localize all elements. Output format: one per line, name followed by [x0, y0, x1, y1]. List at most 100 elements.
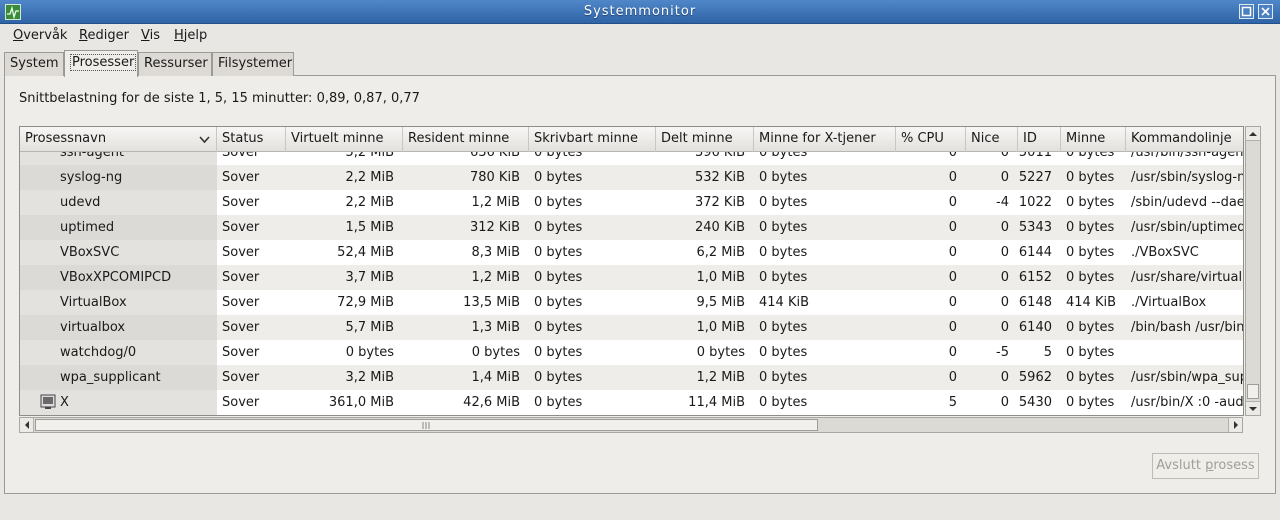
table-row[interactable]: wpa_supplicant Sover 3,2 MiB 1,4 MiB 0 bytes… [20, 365, 1244, 390]
cell-status: Sover [222, 295, 260, 310]
cell-minne: 0 bytes [1066, 395, 1115, 410]
col-kommandolinje-header[interactable]: Kommandolinje [1126, 127, 1243, 152]
cell-status: Sover [222, 245, 260, 260]
cell-minne: 0 bytes [1066, 370, 1115, 385]
close-icon[interactable] [1258, 4, 1273, 19]
cell-cpu: 0 [948, 295, 957, 310]
sort-descending-icon [199, 136, 210, 144]
table-row[interactable]: ssh-agent Sover 5,2 MiB 636 KiB 0 bytes 396 K… [20, 152, 1243, 165]
cell-virtuelt-minne: 1,5 MiB [345, 220, 394, 235]
tab-prosesser[interactable]: Prosesser [64, 50, 138, 77]
cell-cpu: 0 [948, 195, 957, 210]
maximize-icon[interactable] [1239, 4, 1254, 19]
cell-delt-minne: 0 bytes [696, 345, 745, 360]
col-skrivbart-minne-header[interactable]: Skrivbart minne [529, 127, 656, 152]
cell-cpu: 0 [948, 270, 957, 285]
cell-kommandolinje: /usr/share/virtualb [1131, 270, 1244, 285]
col-resident-minne-header[interactable]: Resident minne [403, 127, 529, 152]
menu-vis[interactable]: Vis [141, 28, 160, 43]
cell-skrivbart-minne: 0 bytes [534, 170, 583, 185]
cell-nice: 0 [1000, 320, 1009, 335]
cell-kommandolinje: ./VBoxSVC [1131, 245, 1199, 260]
col-virtuelt-minne-header[interactable]: Virtuelt minne [286, 127, 403, 152]
cell-minne: 0 bytes [1066, 170, 1115, 185]
table-row[interactable]: virtualbox Sover 5,7 MiB 1,3 MiB 0 bytes 1,0 … [20, 315, 1244, 340]
table-row[interactable]: watchdog/0 Sover 0 bytes 0 bytes 0 bytes 0 by… [20, 340, 1243, 365]
cell-minne-x-tjener: 414 KiB [759, 295, 810, 310]
horizontal-scroll-thumb[interactable] [35, 419, 818, 431]
cell-resident-minne: 42,6 MiB [463, 395, 520, 410]
table-row[interactable]: udevd Sover 2,2 MiB 1,2 MiB 0 bytes 372 KiB 0 … [20, 190, 1243, 215]
cell-id: 5011 [1018, 152, 1052, 160]
cell-nice: -4 [996, 195, 1009, 210]
cell-status: Sover [222, 370, 260, 385]
cell-nice: 0 [1000, 370, 1009, 385]
menu-hjelp[interactable]: Hjelp [174, 28, 207, 43]
cell-prosessnavn: ssh-agent [20, 152, 217, 165]
tab-system[interactable]: System [4, 52, 64, 76]
cell-prosessnavn: uptimed [20, 215, 217, 240]
table-row[interactable]: VBoxXPCOMIPCD Sover 3,7 MiB 1,2 MiB 0 bytes 1… [20, 265, 1244, 290]
col-prosessnavn-header[interactable]: Prosessnavn [20, 127, 217, 152]
scroll-right-arrow-icon[interactable] [1228, 418, 1242, 432]
cell-kommandolinje: /bin/bash /usr/bin/ [1131, 320, 1244, 335]
column-header-label: Status [222, 131, 264, 146]
cell-virtuelt-minne: 5,2 MiB [345, 152, 394, 160]
scroll-up-arrow-icon[interactable] [1246, 127, 1260, 141]
tab-ressurser[interactable]: Ressurser [138, 52, 212, 76]
cell-cpu: 0 [948, 370, 957, 385]
grip-icon [422, 422, 430, 429]
col-minne-header[interactable]: Minne [1061, 127, 1126, 152]
cell-nice: 0 [1000, 152, 1009, 160]
cell-kommandolinje: /usr/sbin/wpa_sup [1131, 370, 1244, 385]
cell-id: 6144 [1018, 245, 1052, 260]
menu-rediger[interactable]: Rediger [79, 28, 129, 43]
tab-filsystemer[interactable]: Filsystemer [212, 52, 294, 76]
cell-status: Sover [222, 152, 260, 160]
col-cpu-header[interactable]: % CPU [896, 127, 966, 152]
cell-delt-minne: 1,2 MiB [696, 370, 745, 385]
horizontal-scrollbar[interactable] [19, 417, 1243, 433]
column-header-label: Skrivbart minne [534, 131, 638, 146]
cell-id: 5962 [1018, 370, 1052, 385]
table-header: Prosessnavn Status Virtuelt minne Resident … [20, 127, 1243, 152]
cell-virtuelt-minne: 52,4 MiB [337, 245, 394, 260]
cell-virtuelt-minne: 5,7 MiB [345, 320, 394, 335]
vertical-scroll-thumb[interactable] [1247, 384, 1259, 399]
col-status-header[interactable]: Status [217, 127, 286, 152]
cell-prosessnavn: virtualbox [20, 315, 217, 340]
scroll-left-arrow-icon[interactable] [20, 418, 34, 432]
cell-status: Sover [222, 220, 260, 235]
cell-prosessnavn: VBoxXPCOMIPCD [20, 265, 217, 290]
col-delt-minne-header[interactable]: Delt minne [656, 127, 754, 152]
process-table[interactable]: Prosessnavn Status Virtuelt minne Resident … [19, 126, 1244, 416]
table-row[interactable]: syslog-ng Sover 2,2 MiB 780 KiB 0 bytes 532 K… [20, 165, 1243, 190]
cell-delt-minne: 1,0 MiB [696, 320, 745, 335]
table-row[interactable]: X Sover 361,0 MiB 42,6 MiB 0 bytes 11,4 MiB 0 … [20, 390, 1243, 415]
column-header-label: % CPU [901, 131, 944, 146]
scroll-down-arrow-icon[interactable] [1246, 401, 1260, 415]
col-minne-x-tjener-header[interactable]: Minne for X-tjener [754, 127, 896, 152]
cell-prosessnavn: syslog-ng [20, 165, 217, 190]
cell-minne-x-tjener: 0 bytes [759, 195, 808, 210]
cell-minne-x-tjener: 0 bytes [759, 270, 808, 285]
table-body[interactable]: ssh-agent Sover 5,2 MiB 636 KiB 0 bytes 396 K… [20, 152, 1244, 415]
cell-cpu: 0 [948, 320, 957, 335]
column-header-label: ID [1023, 131, 1037, 146]
cell-delt-minne: 1,0 MiB [696, 270, 745, 285]
vertical-scrollbar[interactable] [1245, 126, 1261, 416]
col-id-header[interactable]: ID [1018, 127, 1061, 152]
col-nice-header[interactable]: Nice [966, 127, 1018, 152]
table-row[interactable]: VBoxSVC Sover 52,4 MiB 8,3 MiB 0 bytes 6,2 Mi… [20, 240, 1243, 265]
table-row[interactable]: VirtualBox Sover 72,9 MiB 13,5 MiB 0 bytes 9,… [20, 290, 1243, 315]
cell-resident-minne: 13,5 MiB [463, 295, 520, 310]
menu-overvak[interactable]: Overvåk [13, 28, 67, 43]
end-process-button[interactable]: Avslutt prosess [1152, 453, 1259, 479]
table-row[interactable]: uptimed Sover 1,5 MiB 312 KiB 0 bytes 240 KiB… [20, 215, 1243, 240]
cell-kommandolinje [1131, 340, 1243, 365]
cell-minne: 0 bytes [1066, 320, 1115, 335]
cell-resident-minne: 1,2 MiB [471, 195, 520, 210]
cell-status: Sover [222, 320, 260, 335]
title-bar[interactable]: Systemmonitor [0, 0, 1280, 24]
column-header-label: Prosessnavn [25, 131, 107, 146]
